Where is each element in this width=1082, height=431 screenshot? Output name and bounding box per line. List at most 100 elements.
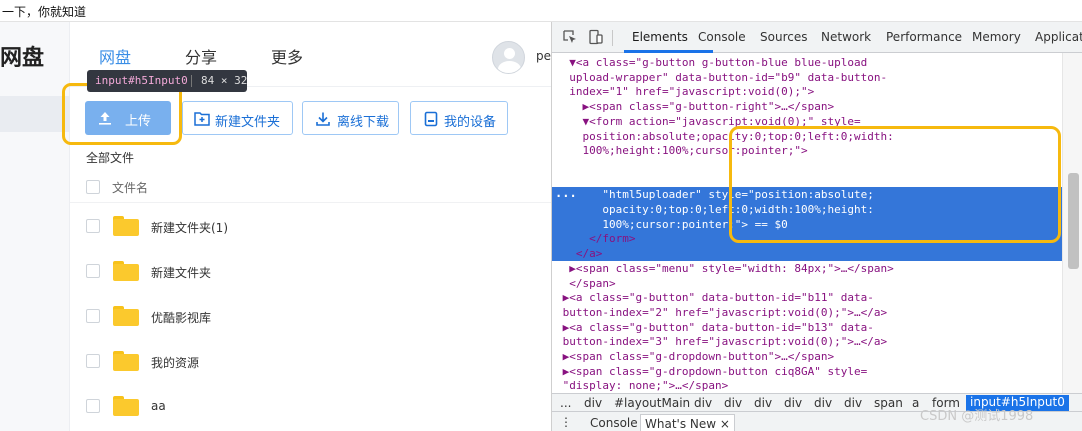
file-name[interactable]: 优酷影视库 bbox=[151, 309, 211, 326]
title-strip-text: 一下，你就知道 bbox=[2, 5, 87, 19]
file-name[interactable]: aa bbox=[151, 399, 166, 413]
dom-line[interactable]: "display: none;">…</span> bbox=[556, 379, 729, 393]
crumb[interactable]: div bbox=[814, 396, 832, 410]
drawer-tab-console[interactable]: Console bbox=[590, 416, 638, 430]
row-checkbox[interactable] bbox=[86, 309, 100, 323]
file-row[interactable]: 新建文件夹 bbox=[70, 248, 551, 293]
watermark: CSDN @测试1998 bbox=[920, 409, 1034, 424]
tab-application[interactable]: Applicati bbox=[1035, 30, 1082, 44]
devtools-tab-bar: Elements Console Sources Network Perform… bbox=[552, 22, 1082, 53]
dom-line[interactable]: ▶<a class="g-button" data-button-id="b11… bbox=[556, 291, 874, 306]
drawer-menu-icon[interactable]: ⋮ bbox=[560, 415, 572, 429]
title-strip: 一下，你就知道 bbox=[0, 0, 1082, 22]
column-header-filename[interactable]: 文件名 bbox=[112, 179, 148, 196]
crumb[interactable]: div bbox=[584, 396, 602, 410]
crumb[interactable]: div bbox=[694, 396, 712, 410]
avatar[interactable] bbox=[492, 41, 525, 74]
crumb[interactable]: span bbox=[874, 396, 903, 410]
folder-body-shape bbox=[113, 354, 139, 371]
avatar-head bbox=[504, 48, 515, 59]
tooltip-size: 84 × 32 bbox=[201, 74, 248, 87]
folder-icon bbox=[113, 351, 139, 371]
offline-download-button-label: 离线下载 bbox=[337, 115, 390, 130]
file-row[interactable]: 优酷影视库 bbox=[70, 293, 551, 338]
folder-body-shape bbox=[113, 264, 139, 281]
row-checkbox[interactable] bbox=[86, 264, 100, 278]
tooltip-tag: input#h5Input0 bbox=[95, 74, 188, 87]
dom-line[interactable]: </span> bbox=[556, 277, 615, 292]
scrollbar-thumb[interactable] bbox=[1068, 173, 1079, 269]
new-folder-button[interactable]: 新建文件夹 bbox=[182, 101, 293, 135]
row-checkbox[interactable] bbox=[86, 219, 100, 233]
select-all-checkbox[interactable] bbox=[86, 180, 100, 194]
download-icon bbox=[316, 112, 330, 126]
folder-icon bbox=[113, 396, 139, 416]
dom-line[interactable]: </form> bbox=[556, 232, 635, 247]
dom-line[interactable]: upload-wrapper" data-button-id="b9" data… bbox=[556, 71, 887, 86]
breadcrumb[interactable]: 全部文件 bbox=[86, 149, 134, 166]
tab-sources[interactable]: Sources bbox=[760, 30, 807, 44]
logo[interactable]: 网盘 bbox=[0, 40, 44, 72]
crumb[interactable]: div bbox=[754, 396, 772, 410]
folder-body-shape bbox=[113, 399, 139, 416]
file-name[interactable]: 新建文件夹(1) bbox=[151, 219, 228, 236]
file-row[interactable]: 新建文件夹(1) bbox=[70, 203, 551, 248]
folder-body-shape bbox=[113, 219, 139, 236]
folder-icon bbox=[113, 261, 139, 281]
dom-line[interactable]: button-index="2" href="javascript:void(0… bbox=[556, 306, 888, 321]
crumb[interactable]: div bbox=[784, 396, 802, 410]
row-checkbox[interactable] bbox=[86, 354, 100, 368]
upload-highlight-annotation bbox=[62, 83, 182, 145]
tab-console[interactable]: Console bbox=[698, 30, 746, 44]
form-highlight-annotation bbox=[729, 126, 1061, 243]
dom-line[interactable]: index="1" href="javascript:void(0);"> bbox=[556, 85, 814, 100]
dom-line[interactable]: </a> bbox=[556, 247, 603, 262]
dom-line[interactable]: ▶<span class="g-dropdown-button ciq8GA" … bbox=[556, 365, 868, 380]
scrollbar[interactable] bbox=[1062, 53, 1082, 393]
avatar-body bbox=[498, 61, 521, 73]
offline-download-button[interactable]: 离线下载 bbox=[302, 101, 399, 135]
element-tooltip: input#h5Input0 84 × 32 bbox=[87, 70, 247, 92]
nav-share[interactable]: 分享 bbox=[185, 44, 217, 68]
sidebar-item-active[interactable] bbox=[0, 96, 70, 132]
crumb[interactable]: a bbox=[912, 396, 919, 410]
device-icon bbox=[424, 111, 438, 127]
dom-line[interactable]: button-index="3" href="javascript:void(0… bbox=[556, 335, 888, 350]
drawer-tab-whats-new[interactable]: What's New × bbox=[640, 414, 735, 431]
folder-add-icon bbox=[194, 112, 210, 126]
dom-line[interactable]: ▼<a class="g-button g-button-blue blue-u… bbox=[556, 56, 867, 71]
crumb[interactable]: div bbox=[844, 396, 862, 410]
dom-line[interactable]: ▶<span class="g-button-right">…</span> bbox=[556, 100, 834, 115]
crumb[interactable]: div bbox=[724, 396, 742, 410]
tab-performance[interactable]: Performance bbox=[886, 30, 962, 44]
screen: 一下，你就知道 网盘 网盘 分享 更多 pe 上传 新建文件夹 离线下载 我的设… bbox=[0, 0, 1082, 431]
dom-line[interactable]: ▶<span class="menu" style="width: 84px;"… bbox=[556, 262, 894, 277]
new-folder-button-label: 新建文件夹 bbox=[215, 115, 281, 130]
folder-body-shape bbox=[113, 309, 139, 326]
my-devices-button[interactable]: 我的设备 bbox=[410, 101, 508, 135]
webpage: 网盘 网盘 分享 更多 pe 上传 新建文件夹 离线下载 我的设备 input#… bbox=[0, 22, 551, 431]
inspect-icon[interactable] bbox=[562, 29, 578, 45]
nav-netdisk[interactable]: 网盘 bbox=[99, 44, 131, 68]
folder-icon bbox=[113, 306, 139, 326]
dom-line[interactable]: ▶<span class="g-dropdown-button">…</span… bbox=[556, 350, 835, 365]
sidebar bbox=[0, 22, 70, 431]
user-name[interactable]: pe bbox=[536, 49, 551, 63]
dom-line[interactable]: ▶<a class="g-button" data-button-id="b13… bbox=[556, 321, 874, 336]
device-toolbar-icon[interactable] bbox=[588, 29, 604, 45]
file-name[interactable]: 新建文件夹 bbox=[151, 264, 211, 281]
row-checkbox[interactable] bbox=[86, 399, 100, 413]
file-name[interactable]: 我的资源 bbox=[151, 354, 199, 371]
file-row[interactable]: aa bbox=[70, 383, 551, 428]
nav-more[interactable]: 更多 bbox=[271, 44, 303, 68]
crumb[interactable]: ... bbox=[560, 396, 571, 410]
tab-memory[interactable]: Memory bbox=[972, 30, 1021, 44]
my-devices-button-label: 我的设备 bbox=[444, 115, 497, 130]
tab-elements[interactable]: Elements bbox=[632, 30, 688, 44]
tooltip-divider bbox=[191, 75, 192, 87]
folder-icon bbox=[113, 216, 139, 236]
tab-bar-divider bbox=[612, 30, 613, 46]
file-row[interactable]: 我的资源 bbox=[70, 338, 551, 383]
crumb[interactable]: #layoutMain bbox=[614, 396, 690, 410]
tab-network[interactable]: Network bbox=[821, 30, 871, 44]
